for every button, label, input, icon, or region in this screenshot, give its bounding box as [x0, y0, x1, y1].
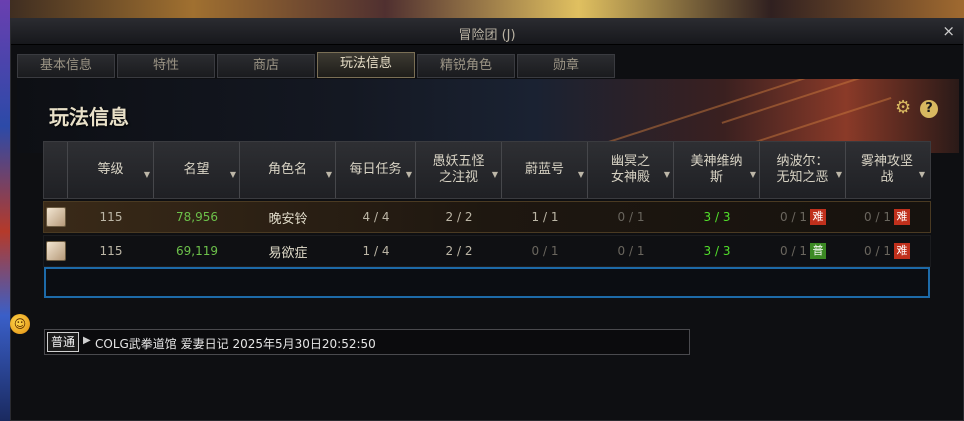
cell-col9: 0 / 1普 — [760, 236, 846, 266]
cell-col5: 2 / 2 — [445, 244, 473, 258]
difficulty-badge: 普 — [809, 243, 826, 259]
sort-caret-icon: ▼ — [835, 170, 842, 179]
gear-icon[interactable]: ⚙ — [895, 99, 913, 117]
header-label: 雾神攻坚 战 — [860, 154, 913, 185]
difficulty-badge: 难 — [893, 209, 910, 225]
cell-level: 115 — [99, 210, 123, 224]
header-col9[interactable]: 纳波尔： 无知之恶 ▼ — [760, 142, 846, 198]
cell-col8: 3 / 3 — [703, 244, 731, 258]
header-label: 蔚蓝号 — [524, 162, 564, 177]
cell-level: 115 — [99, 244, 123, 258]
sort-caret-icon: ▼ — [663, 170, 670, 179]
sort-caret-icon: ▼ — [577, 170, 584, 179]
header-level[interactable]: 等级 ▼ — [68, 142, 154, 198]
table-row[interactable]: 115 69,119 易欲症 1 / 4 2 / 2 0 / 1 0 / 1 3… — [43, 235, 931, 267]
cell-col7: 0 / 1 — [617, 210, 645, 224]
tab-bar: 基本信息 特性 商店 玩法信息 精锐角色 勋章 — [17, 52, 615, 78]
header-label: 纳波尔： 无知之恶 — [776, 154, 829, 185]
header-label: 美神维纳 斯 — [690, 154, 743, 185]
cell-name: 易欲症 — [268, 245, 308, 261]
header-col6[interactable]: 蔚蓝号 ▼ — [502, 142, 588, 198]
sort-caret-icon: ▼ — [143, 170, 150, 179]
cell-col6: 1 / 1 — [531, 210, 559, 224]
background-art-left — [0, 0, 10, 421]
close-icon[interactable]: × — [942, 22, 955, 40]
emoji-icon[interactable]: ☺ — [10, 314, 30, 334]
cell-fame: 69,119 — [176, 244, 218, 258]
cell-col8: 3 / 3 — [703, 210, 731, 224]
header-col7[interactable]: 幽冥之 女神殿 ▼ — [588, 142, 674, 198]
help-icon[interactable]: ? — [920, 100, 938, 118]
tab-basic-info[interactable]: 基本信息 — [17, 54, 115, 78]
cell-daily: 1 / 4 — [362, 244, 390, 258]
cell-fame: 78,956 — [176, 210, 218, 224]
section-title: 玩法信息 — [49, 105, 129, 129]
avatar — [44, 236, 68, 266]
avatar — [44, 202, 68, 232]
cell-col10: 0 / 1难 — [846, 236, 928, 266]
empty-character-slot[interactable] — [44, 267, 930, 298]
tab-medals[interactable]: 勋章 — [517, 54, 615, 78]
tab-gameplay-info[interactable]: 玩法信息 — [317, 52, 415, 78]
cell-col10: 0 / 1难 — [846, 202, 928, 232]
window-title: 冒险团 (J) — [458, 28, 516, 43]
sort-caret-icon: ▼ — [749, 170, 756, 179]
sort-caret-icon: ▼ — [918, 170, 925, 179]
sort-caret-icon: ▼ — [491, 170, 498, 179]
header-col10[interactable]: 雾神攻坚 战 ▼ — [846, 142, 928, 198]
chat-bar[interactable]: 普通 ▶ COLG武拳道馆 爱妻日记 2025年5月30日20:52:50 — [44, 329, 690, 355]
header-character-name[interactable]: 角色名 ▼ — [240, 142, 336, 198]
header-label: 角色名 — [267, 162, 307, 177]
cell-col5: 2 / 2 — [445, 210, 473, 224]
cell-value: 0 / 1 — [780, 210, 807, 224]
header-avatar — [44, 142, 68, 198]
sort-caret-icon: ▼ — [229, 170, 236, 179]
tab-elite-characters[interactable]: 精锐角色 — [417, 54, 515, 78]
header-label: 名望 — [183, 162, 210, 177]
tab-shop[interactable]: 商店 — [217, 54, 315, 78]
cell-col7: 0 / 1 — [617, 244, 645, 258]
gameplay-table: 等级 ▼ 名望 ▼ 角色名 ▼ 每日任务 ▼ 愚妖五怪 之注视 ▼ 蔚蓝号 ▼ 幽冥之 女神… — [43, 141, 931, 267]
header-col5[interactable]: 愚妖五怪 之注视 ▼ — [416, 142, 502, 198]
background-art-top — [0, 0, 964, 18]
chat-channel-button[interactable]: 普通 — [47, 332, 80, 352]
table-row[interactable]: 115 78,956 晚安铃 4 / 4 2 / 2 1 / 1 0 / 1 3… — [43, 201, 931, 233]
cell-name: 晚安铃 — [268, 211, 308, 227]
header-fame[interactable]: 名望 ▼ — [154, 142, 240, 198]
adventure-team-window: 冒险团 (J) × 基本信息 特性 商店 玩法信息 精锐角色 勋章 玩法信息 ⚙… — [10, 18, 964, 421]
header-daily-quest[interactable]: 每日任务 ▼ — [336, 142, 416, 198]
play-arrow-icon: ▶ — [83, 335, 91, 346]
table-header: 等级 ▼ 名望 ▼ 角色名 ▼ 每日任务 ▼ 愚妖五怪 之注视 ▼ 蔚蓝号 ▼ 幽冥之 女神… — [43, 141, 931, 199]
cell-daily: 4 / 4 — [362, 210, 390, 224]
cell-col6: 0 / 1 — [531, 244, 559, 258]
window-titlebar[interactable]: 冒险团 (J) × — [11, 19, 963, 45]
difficulty-badge: 难 — [809, 209, 826, 225]
header-label: 每日任务 — [349, 162, 402, 177]
cell-value: 0 / 1 — [864, 244, 891, 258]
sort-caret-icon: ▼ — [405, 170, 412, 179]
tab-traits[interactable]: 特性 — [117, 54, 215, 78]
cell-value: 0 / 1 — [864, 210, 891, 224]
game-screen: 冒险团 (J) × 基本信息 特性 商店 玩法信息 精锐角色 勋章 玩法信息 ⚙… — [0, 0, 964, 421]
cell-value: 0 / 1 — [780, 244, 807, 258]
header-label: 愚妖五怪 之注视 — [432, 154, 485, 185]
header-label: 幽冥之 女神殿 — [610, 154, 650, 185]
header-col8[interactable]: 美神维纳 斯 ▼ — [674, 142, 760, 198]
chat-message: COLG武拳道馆 爱妻日记 2025年5月30日20:52:50 — [95, 337, 376, 351]
sort-caret-icon: ▼ — [325, 170, 332, 179]
cell-col9: 0 / 1难 — [760, 202, 846, 232]
header-label: 等级 — [97, 162, 124, 177]
difficulty-badge: 难 — [893, 243, 910, 259]
